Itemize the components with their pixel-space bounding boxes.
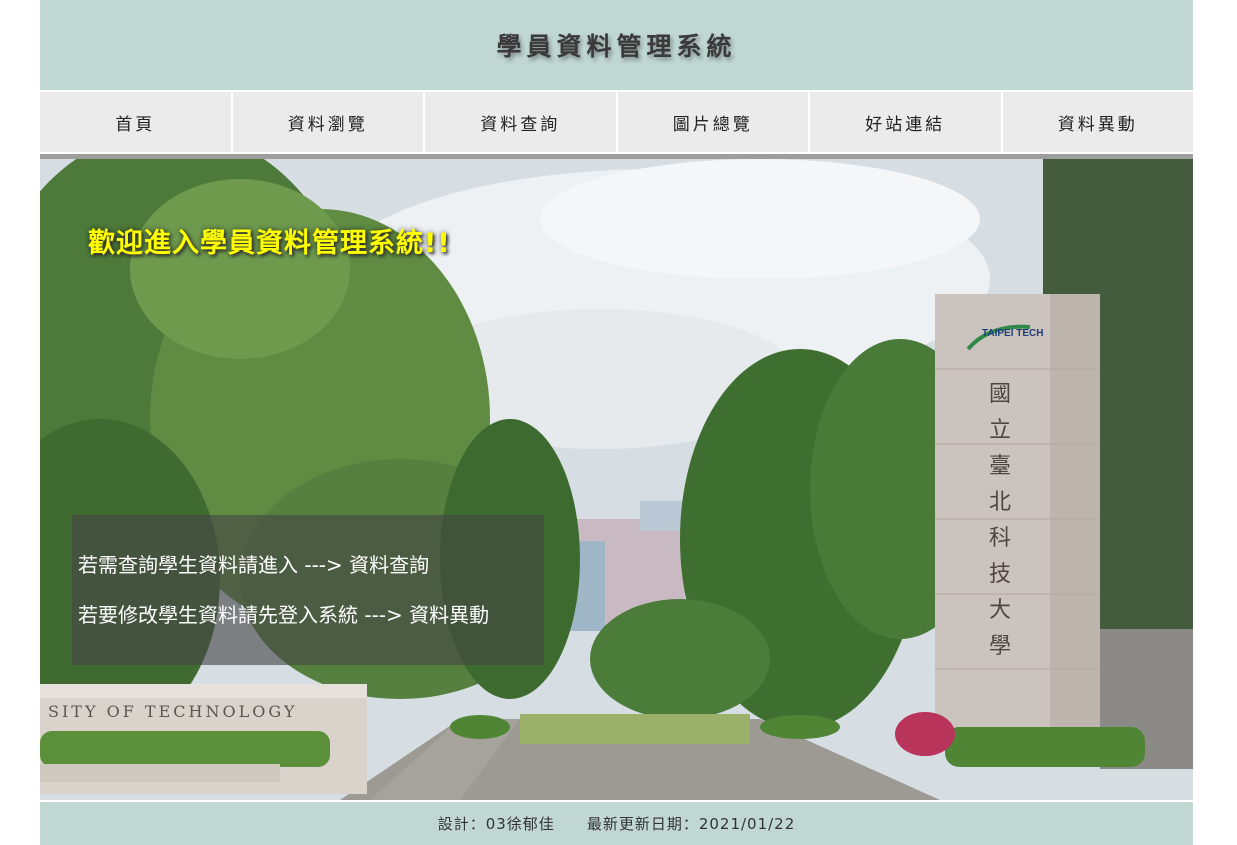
welcome-heading: 歡迎進入學員資料管理系統!! — [88, 228, 451, 259]
svg-text:北: 北 — [989, 490, 1011, 515]
svg-text:立: 立 — [989, 418, 1011, 443]
edit-hint: 若要修改學生資料請先登入系統 ---> 資料異動 — [78, 603, 490, 627]
hero-banner: TAIPEI TECH 國 立 臺 北 科 技 大 學 SITY OF TECH… — [40, 159, 1193, 800]
last-updated: 最新更新日期：2021/01/22 — [586, 815, 796, 833]
nav-browse[interactable]: 資料瀏覽 — [232, 92, 423, 152]
page-container: 學員資料管理系統 首頁 資料瀏覽 資料查詢 圖片總覽 好站連結 資料異動 TAI… — [40, 0, 1193, 845]
site-footer: 設計：03徐郁佳 最新更新日期：2021/01/22 — [40, 802, 1193, 845]
site-header: 學員資料管理系統 — [40, 0, 1193, 90]
nav-edit[interactable]: 資料異動 — [1002, 92, 1193, 152]
svg-text:技: 技 — [989, 562, 1011, 587]
nav-gallery[interactable]: 圖片總覽 — [617, 92, 808, 152]
query-hint: 若需查詢學生資料請進入 ---> 資料查詢 — [78, 553, 430, 577]
pillar-logo-text: TAIPEI TECH — [982, 328, 1043, 339]
wall-lettering: SITY OF TECHNOLOGY — [48, 702, 297, 721]
svg-text:科: 科 — [989, 526, 1011, 551]
nav-home[interactable]: 首頁 — [40, 92, 231, 152]
designer-credit: 設計：03徐郁佳 — [437, 815, 555, 833]
nav-query[interactable]: 資料查詢 — [425, 92, 616, 152]
info-panel: 若需查詢學生資料請進入 ---> 資料查詢 若要修改學生資料請先登入系統 ---… — [72, 515, 544, 665]
svg-text:國: 國 — [989, 382, 1011, 407]
site-title: 學員資料管理系統 — [496, 32, 737, 61]
main-nav: 首頁 資料瀏覽 資料查詢 圖片總覽 好站連結 資料異動 — [40, 92, 1193, 152]
svg-text:大: 大 — [989, 598, 1011, 623]
svg-text:臺: 臺 — [989, 454, 1011, 479]
nav-links[interactable]: 好站連結 — [810, 92, 1001, 152]
svg-text:學: 學 — [989, 634, 1011, 659]
